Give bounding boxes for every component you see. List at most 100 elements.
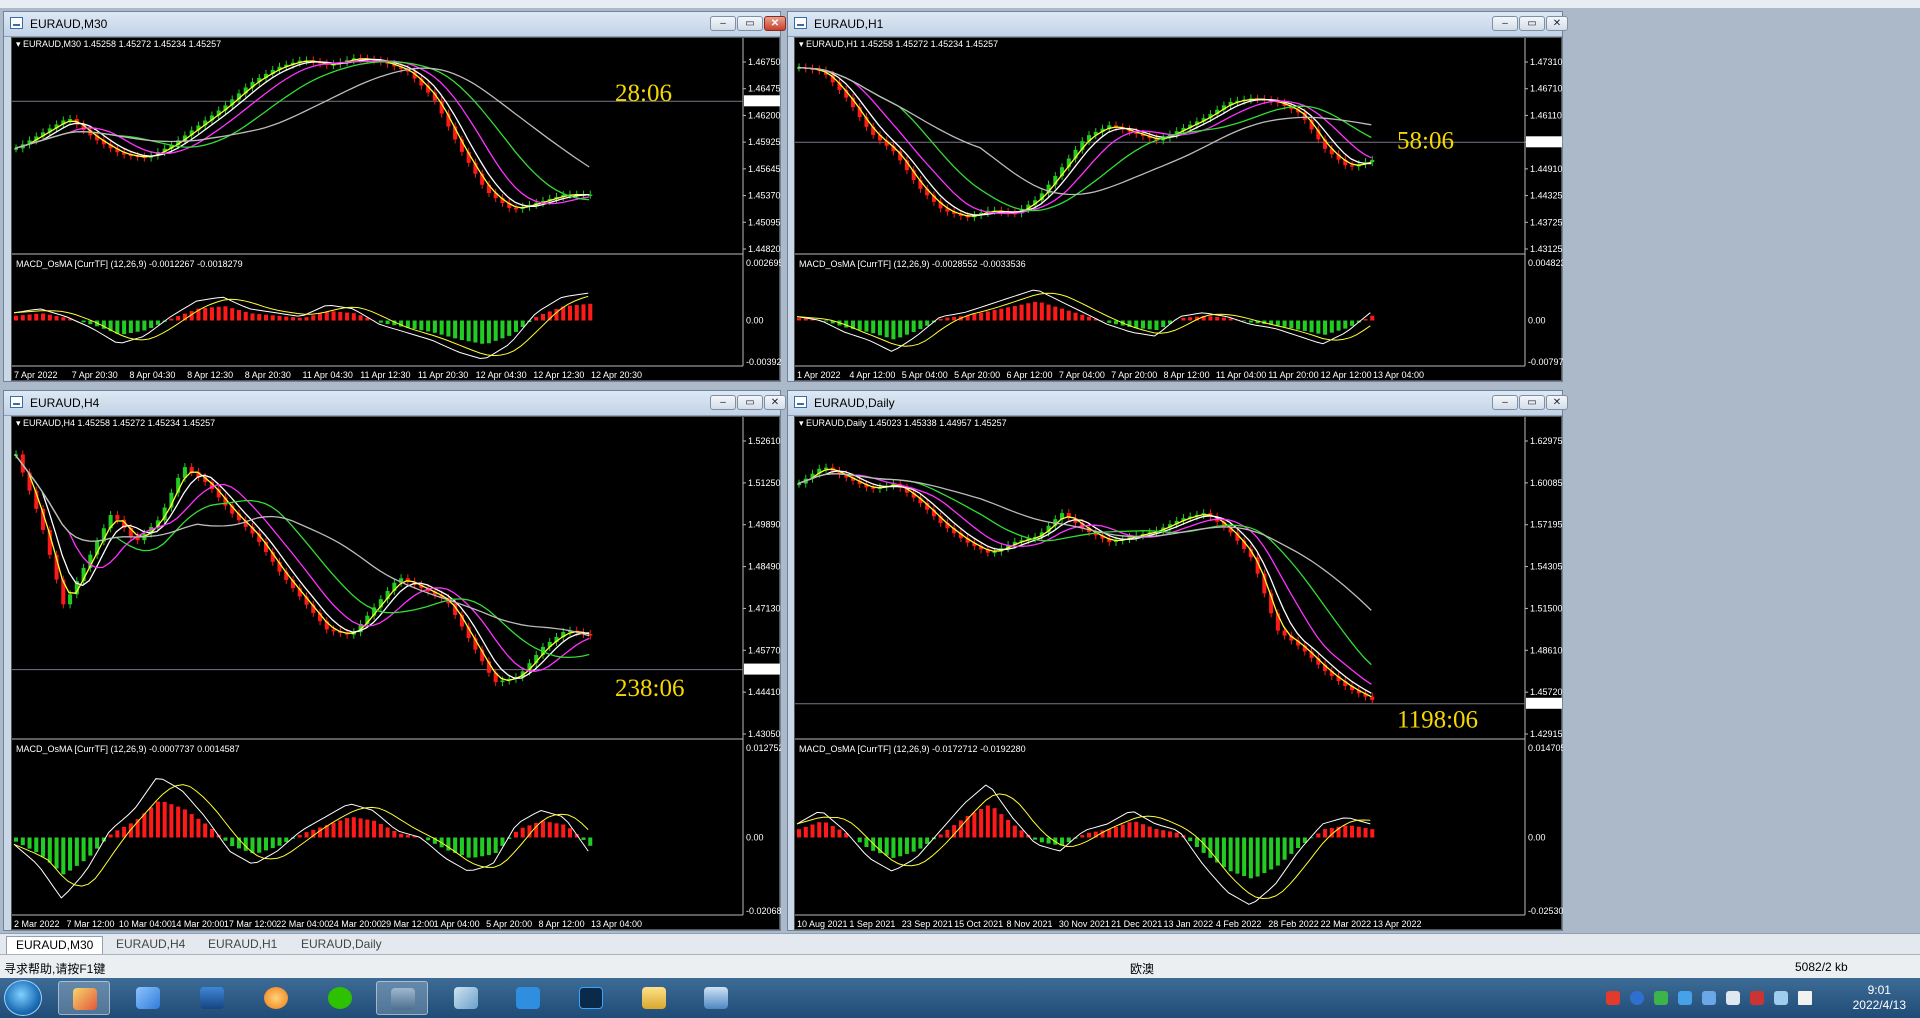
macd-histogram-bar — [338, 311, 343, 321]
chart-tabs-bar: EURAUD,M30 EURAUD,H4 EURAUD,H1 EURAUD,Da… — [0, 933, 1920, 955]
macd-histogram-bar — [891, 837, 896, 858]
taskbar-notes-icon[interactable] — [440, 981, 492, 1015]
macd-histogram-bar — [1066, 837, 1071, 843]
macd-histogram-bar — [439, 320, 444, 335]
macd-histogram-bar — [837, 829, 842, 838]
candle — [331, 629, 336, 632]
tab-euraud-h1[interactable]: EURAUD,H1 — [199, 936, 286, 953]
macd-histogram-bar — [20, 315, 25, 321]
moving-average-line — [797, 66, 1372, 215]
maximize-button[interactable]: ▭ — [1519, 395, 1545, 410]
macd-histogram-bar — [135, 320, 140, 332]
macd-histogram-bar — [938, 318, 943, 321]
macd-histogram-bar — [243, 837, 248, 851]
taskbar: 9:01 2022/4/13 — [0, 978, 1920, 1018]
macd-histogram-bar — [142, 813, 147, 838]
macd-histogram-bar — [945, 317, 950, 321]
chart-window-h1[interactable]: EURAUD,H1 – ▭ ✕ ▾ EURAUD,H1 1.45258 1.45… — [787, 11, 1568, 382]
macd-histogram-bar — [473, 320, 478, 343]
window-caption[interactable]: EURAUD,H1 – ▭ ✕ — [788, 12, 1568, 37]
macd-histogram-bar — [480, 837, 485, 857]
flag-tray-icon[interactable] — [1750, 991, 1764, 1005]
minimize-button[interactable]: – — [1492, 395, 1518, 410]
chart-area[interactable]: ▾ EURAUD,M30 1.45258 1.45272 1.45234 1.4… — [11, 37, 781, 381]
macd-histogram-bar — [155, 801, 160, 838]
macd-tick-label: 0.00 — [1528, 833, 1546, 843]
taskbar-paint-icon[interactable] — [58, 981, 110, 1015]
clock-time: 9:01 — [1867, 983, 1891, 997]
minimize-button[interactable]: – — [710, 395, 736, 410]
signal-tray-icon[interactable] — [1798, 991, 1812, 1005]
moving-average-line — [14, 61, 590, 201]
taskbar-browser-icon[interactable] — [250, 981, 302, 1015]
macd-histogram-bar — [1140, 320, 1145, 329]
wechat-tray-icon[interactable] — [1654, 991, 1668, 1005]
tab-euraud-daily[interactable]: EURAUD,Daily — [292, 936, 391, 953]
maximize-button[interactable]: ▭ — [1519, 16, 1545, 31]
taskbar-window-icon[interactable] — [690, 981, 742, 1015]
macd-histogram-bar — [992, 808, 997, 838]
window-caption[interactable]: EURAUD,M30 – ▭ ✕ — [4, 12, 786, 37]
macd-histogram-bar — [358, 315, 363, 321]
candle — [68, 594, 73, 605]
close-button[interactable]: ✕ — [764, 16, 786, 31]
window-caption[interactable]: EURAUD,H4 – ▭ ✕ — [4, 391, 786, 416]
chart-window-h4[interactable]: EURAUD,H4 – ▭ ✕ ▾ EURAUD,H4 1.45258 1.45… — [3, 390, 786, 931]
tab-euraud-h4[interactable]: EURAUD,H4 — [107, 936, 194, 953]
macd-histogram-bar — [14, 837, 19, 842]
maximize-button[interactable]: ▭ — [737, 16, 763, 31]
macd-histogram-bar — [223, 306, 228, 321]
chart-area[interactable]: ▾ EURAUD,H4 1.45258 1.45272 1.45234 1.45… — [11, 416, 781, 930]
chart-window-m30[interactable]: EURAUD,M30 – ▭ ✕ ▾ EURAUD,M30 1.45258 1.… — [3, 11, 786, 382]
network-tray-icon[interactable] — [1774, 991, 1788, 1005]
qq-tray-icon[interactable] — [1678, 991, 1692, 1005]
macd-histogram-bar — [1242, 320, 1247, 322]
maximize-button[interactable]: ▭ — [737, 395, 763, 410]
macd-histogram-bar — [823, 320, 829, 322]
time-tick-label: 5 Apr 20:00 — [486, 919, 532, 929]
chart-window-daily[interactable]: EURAUD,Daily – ▭ ✕ ▾ EURAUD,Daily 1.4502… — [787, 390, 1568, 931]
start-button[interactable] — [4, 980, 42, 1016]
help-tray-icon[interactable] — [1630, 991, 1644, 1005]
macd-histogram-bar — [338, 820, 343, 838]
taskbar-folder-icon[interactable] — [628, 981, 680, 1015]
minimize-button[interactable]: – — [1492, 16, 1518, 31]
taskbar-clock[interactable]: 9:01 2022/4/13 — [1853, 983, 1906, 1013]
status-traffic: 5082/2 kb — [1795, 960, 1848, 974]
macd-histogram-bar — [1033, 837, 1038, 840]
antivirus-tray-icon[interactable] — [1606, 991, 1620, 1005]
time-tick-label: 11 Apr 20:00 — [1268, 370, 1318, 380]
taskbar-people-icon[interactable] — [122, 981, 174, 1015]
tab-euraud-m30[interactable]: EURAUD,M30 — [6, 936, 104, 954]
chart-window-icon — [10, 17, 23, 29]
macd-histogram-bar — [277, 837, 282, 846]
taskbar-wechat-icon[interactable] — [314, 981, 366, 1015]
macd-histogram-bar — [588, 303, 593, 321]
moving-average-line — [797, 473, 1372, 685]
close-button[interactable]: ✕ — [1546, 395, 1568, 410]
macd-histogram-bar — [1282, 837, 1287, 860]
macd-histogram-bar — [399, 833, 404, 838]
taskbar-photoshop-icon[interactable] — [565, 981, 617, 1015]
volume-tray-icon[interactable] — [1726, 991, 1740, 1005]
macd-histogram-bar — [230, 308, 235, 321]
window-caption[interactable]: EURAUD,Daily – ▭ ✕ — [788, 391, 1568, 416]
taskbar-trading-terminal-icon[interactable] — [376, 981, 428, 1015]
shield-tray-icon[interactable] — [1702, 991, 1716, 1005]
chart-area[interactable]: ▾ EURAUD,Daily 1.45023 1.45338 1.44957 1… — [794, 416, 1563, 930]
macd-histogram-bar — [844, 320, 849, 328]
candle — [189, 467, 194, 473]
minimize-button[interactable]: – — [710, 16, 736, 31]
macd-histogram-bar — [1107, 829, 1112, 838]
close-button[interactable]: ✕ — [764, 395, 786, 410]
taskbar-pen-icon[interactable] — [502, 981, 554, 1015]
close-button[interactable]: ✕ — [1546, 16, 1568, 31]
macd-histogram-bar — [1046, 304, 1051, 321]
taskbar-monitor-icon[interactable] — [186, 981, 238, 1015]
chart-area[interactable]: ▾ EURAUD,H1 1.45258 1.45272 1.45234 1.45… — [794, 37, 1563, 381]
macd-histogram-bar — [1174, 832, 1179, 838]
macd-histogram-bar — [999, 814, 1004, 838]
macd-histogram-bar — [426, 837, 431, 841]
macd-histogram-bar — [1147, 320, 1152, 330]
candle — [1282, 630, 1287, 636]
